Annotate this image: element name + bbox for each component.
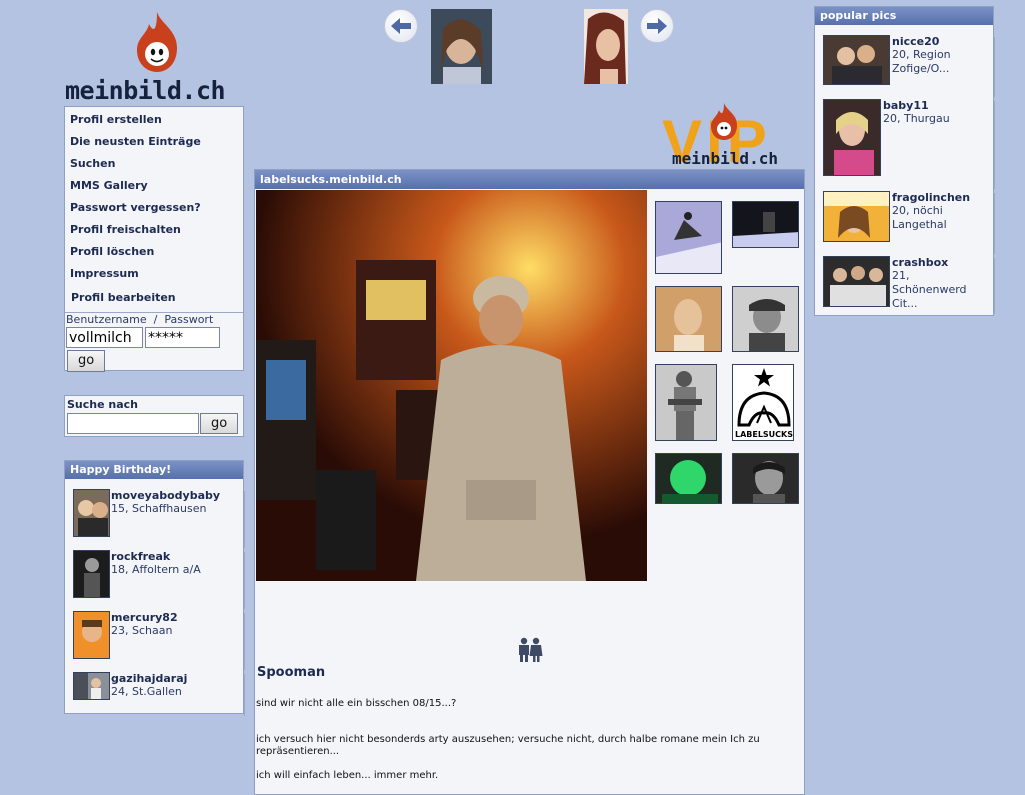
password-label: Passwort [164, 313, 214, 326]
avatar[interactable] [73, 489, 110, 537]
menu-item-profil-bearbeiten[interactable]: Profil bearbeiten [65, 287, 243, 309]
avatar[interactable] [823, 99, 881, 176]
labelsucks-logo-thumb[interactable]: LABELSUCKS [732, 364, 794, 441]
person-info: 20, Thurgau [883, 112, 950, 125]
popular-entry[interactable]: baby11 20, Thurgau [815, 99, 995, 191]
profile-header: labelsucks.meinbild.ch [255, 170, 804, 189]
gallery-thumb[interactable] [655, 286, 722, 352]
avatar[interactable] [73, 550, 110, 598]
menu-item-neuste-eintraege[interactable]: Die neusten Einträge [65, 131, 243, 153]
arrow-left-icon [391, 18, 411, 34]
search-input[interactable] [67, 413, 199, 434]
gallery-thumb[interactable] [732, 286, 799, 352]
logo-text: meinbild.ch [65, 76, 226, 105]
person-name[interactable]: nicce20 [892, 35, 939, 48]
password-input[interactable] [145, 327, 220, 348]
person-info: 21, Schönenwerd Cit... [892, 269, 967, 310]
menu-item-passwort-vergessen[interactable]: Passwort vergessen? [65, 197, 243, 219]
gallery-thumb[interactable] [655, 364, 717, 441]
username-input[interactable] [66, 327, 143, 348]
profile-text-1: sind wir nicht alle ein bisschen 08/15..… [256, 698, 457, 709]
search-label: Suche nach [67, 398, 139, 411]
gallery-thumb[interactable] [732, 453, 799, 504]
avatar[interactable] [823, 256, 890, 307]
login-labels: Benutzername / Passwort [65, 313, 243, 327]
profile-username: Spooman [257, 665, 326, 680]
vip-logo[interactable]: VIP meinbild.ch [662, 102, 804, 172]
popular-entry[interactable]: nicce20 20, Region Zofige/O... [815, 35, 995, 99]
flame-logo-icon [137, 12, 177, 72]
person-name[interactable]: crashbox [892, 256, 948, 269]
person-name[interactable]: fragolinchen [892, 191, 970, 204]
login-go-button[interactable]: go [67, 350, 106, 372]
search-go-button[interactable]: go [200, 413, 239, 434]
next-profile-thumb[interactable] [584, 9, 628, 84]
vip-logo-text: meinbild.ch [672, 149, 778, 168]
birthday-entry[interactable]: rockfreak 18, Affoltern a/A [65, 550, 245, 611]
gallery-brand-text: LABELSUCKS [735, 430, 793, 439]
person-info: 24, St.Gallen [111, 685, 182, 698]
menu-item-impressum[interactable]: Impressum [65, 263, 243, 285]
profile-main-photo[interactable] [256, 190, 647, 581]
site-logo[interactable]: meinbild.ch [65, 10, 243, 105]
person-name[interactable]: moveyabodybaby [111, 489, 220, 502]
birthday-title: Happy Birthday! [65, 461, 243, 479]
prev-profile-thumb[interactable] [431, 9, 492, 84]
birthday-entry[interactable]: moveyabodybaby 15, Schaffhausen [65, 489, 245, 550]
person-info: 15, Schaffhausen [111, 502, 207, 515]
profile-panel: labelsucks.meinbild.ch LABELSUCKS Spooma… [254, 169, 805, 795]
person-name[interactable]: baby11 [883, 99, 929, 112]
person-info: 20, nöchi Langethal [892, 204, 947, 231]
person-name[interactable]: mercury82 [111, 611, 178, 624]
login-separator: / [153, 313, 158, 326]
person-info: 18, Affoltern a/A [111, 563, 201, 576]
popular-entry[interactable]: crashbox 21, Schönenwerd Cit... [815, 256, 995, 316]
menu-item-profil-loeschen[interactable]: Profil löschen [65, 241, 243, 263]
menu-item-profil-erstellen[interactable]: Profil erstellen [65, 109, 243, 131]
avatar[interactable] [73, 672, 110, 700]
menu-item-mms-gallery[interactable]: MMS Gallery [65, 175, 243, 197]
main-menu: Profil erstellen Die neusten Einträge Su… [64, 106, 244, 372]
avatar[interactable] [823, 35, 890, 85]
arrow-right-icon [647, 18, 667, 34]
profile-text-3: ich will einfach leben... immer mehr. [256, 770, 439, 781]
person-info: 23, Schaan [111, 624, 173, 637]
popular-entry[interactable]: fragolinchen 20, nöchi Langethal [815, 191, 995, 256]
popular-title: popular pics [815, 7, 993, 25]
birthday-box: Happy Birthday! moveyabodybaby 15, Schaf… [64, 460, 245, 716]
menu-item-suchen[interactable]: Suchen [65, 153, 243, 175]
person-name[interactable]: rockfreak [111, 550, 170, 563]
popular-pics-box: popular pics nicce20 20, Region Zofige/O… [814, 6, 995, 316]
avatar[interactable] [823, 191, 890, 242]
vip-flame-icon [711, 103, 737, 140]
person-name[interactable]: gazihajdaraj [111, 672, 187, 685]
avatar[interactable] [73, 611, 110, 659]
username-label: Benutzername [66, 313, 147, 326]
gallery-thumb[interactable] [655, 453, 722, 504]
gallery-thumb[interactable] [732, 201, 799, 248]
couple-icon [519, 637, 543, 662]
menu-item-profil-freischalten[interactable]: Profil freischalten [65, 219, 243, 241]
next-profile-button[interactable] [640, 9, 674, 43]
search-box: Suche nach go [64, 395, 244, 437]
profile-text-2: ich versuch hier nicht besonderds arty a… [256, 734, 760, 757]
gallery-thumb[interactable] [655, 201, 722, 274]
login-row [65, 327, 243, 348]
person-info: 20, Region Zofige/O... [892, 48, 951, 75]
birthday-entry[interactable]: gazihajdaraj 24, St.Gallen [65, 672, 245, 718]
prev-profile-button[interactable] [384, 9, 418, 43]
birthday-entry[interactable]: mercury82 23, Schaan [65, 611, 245, 672]
